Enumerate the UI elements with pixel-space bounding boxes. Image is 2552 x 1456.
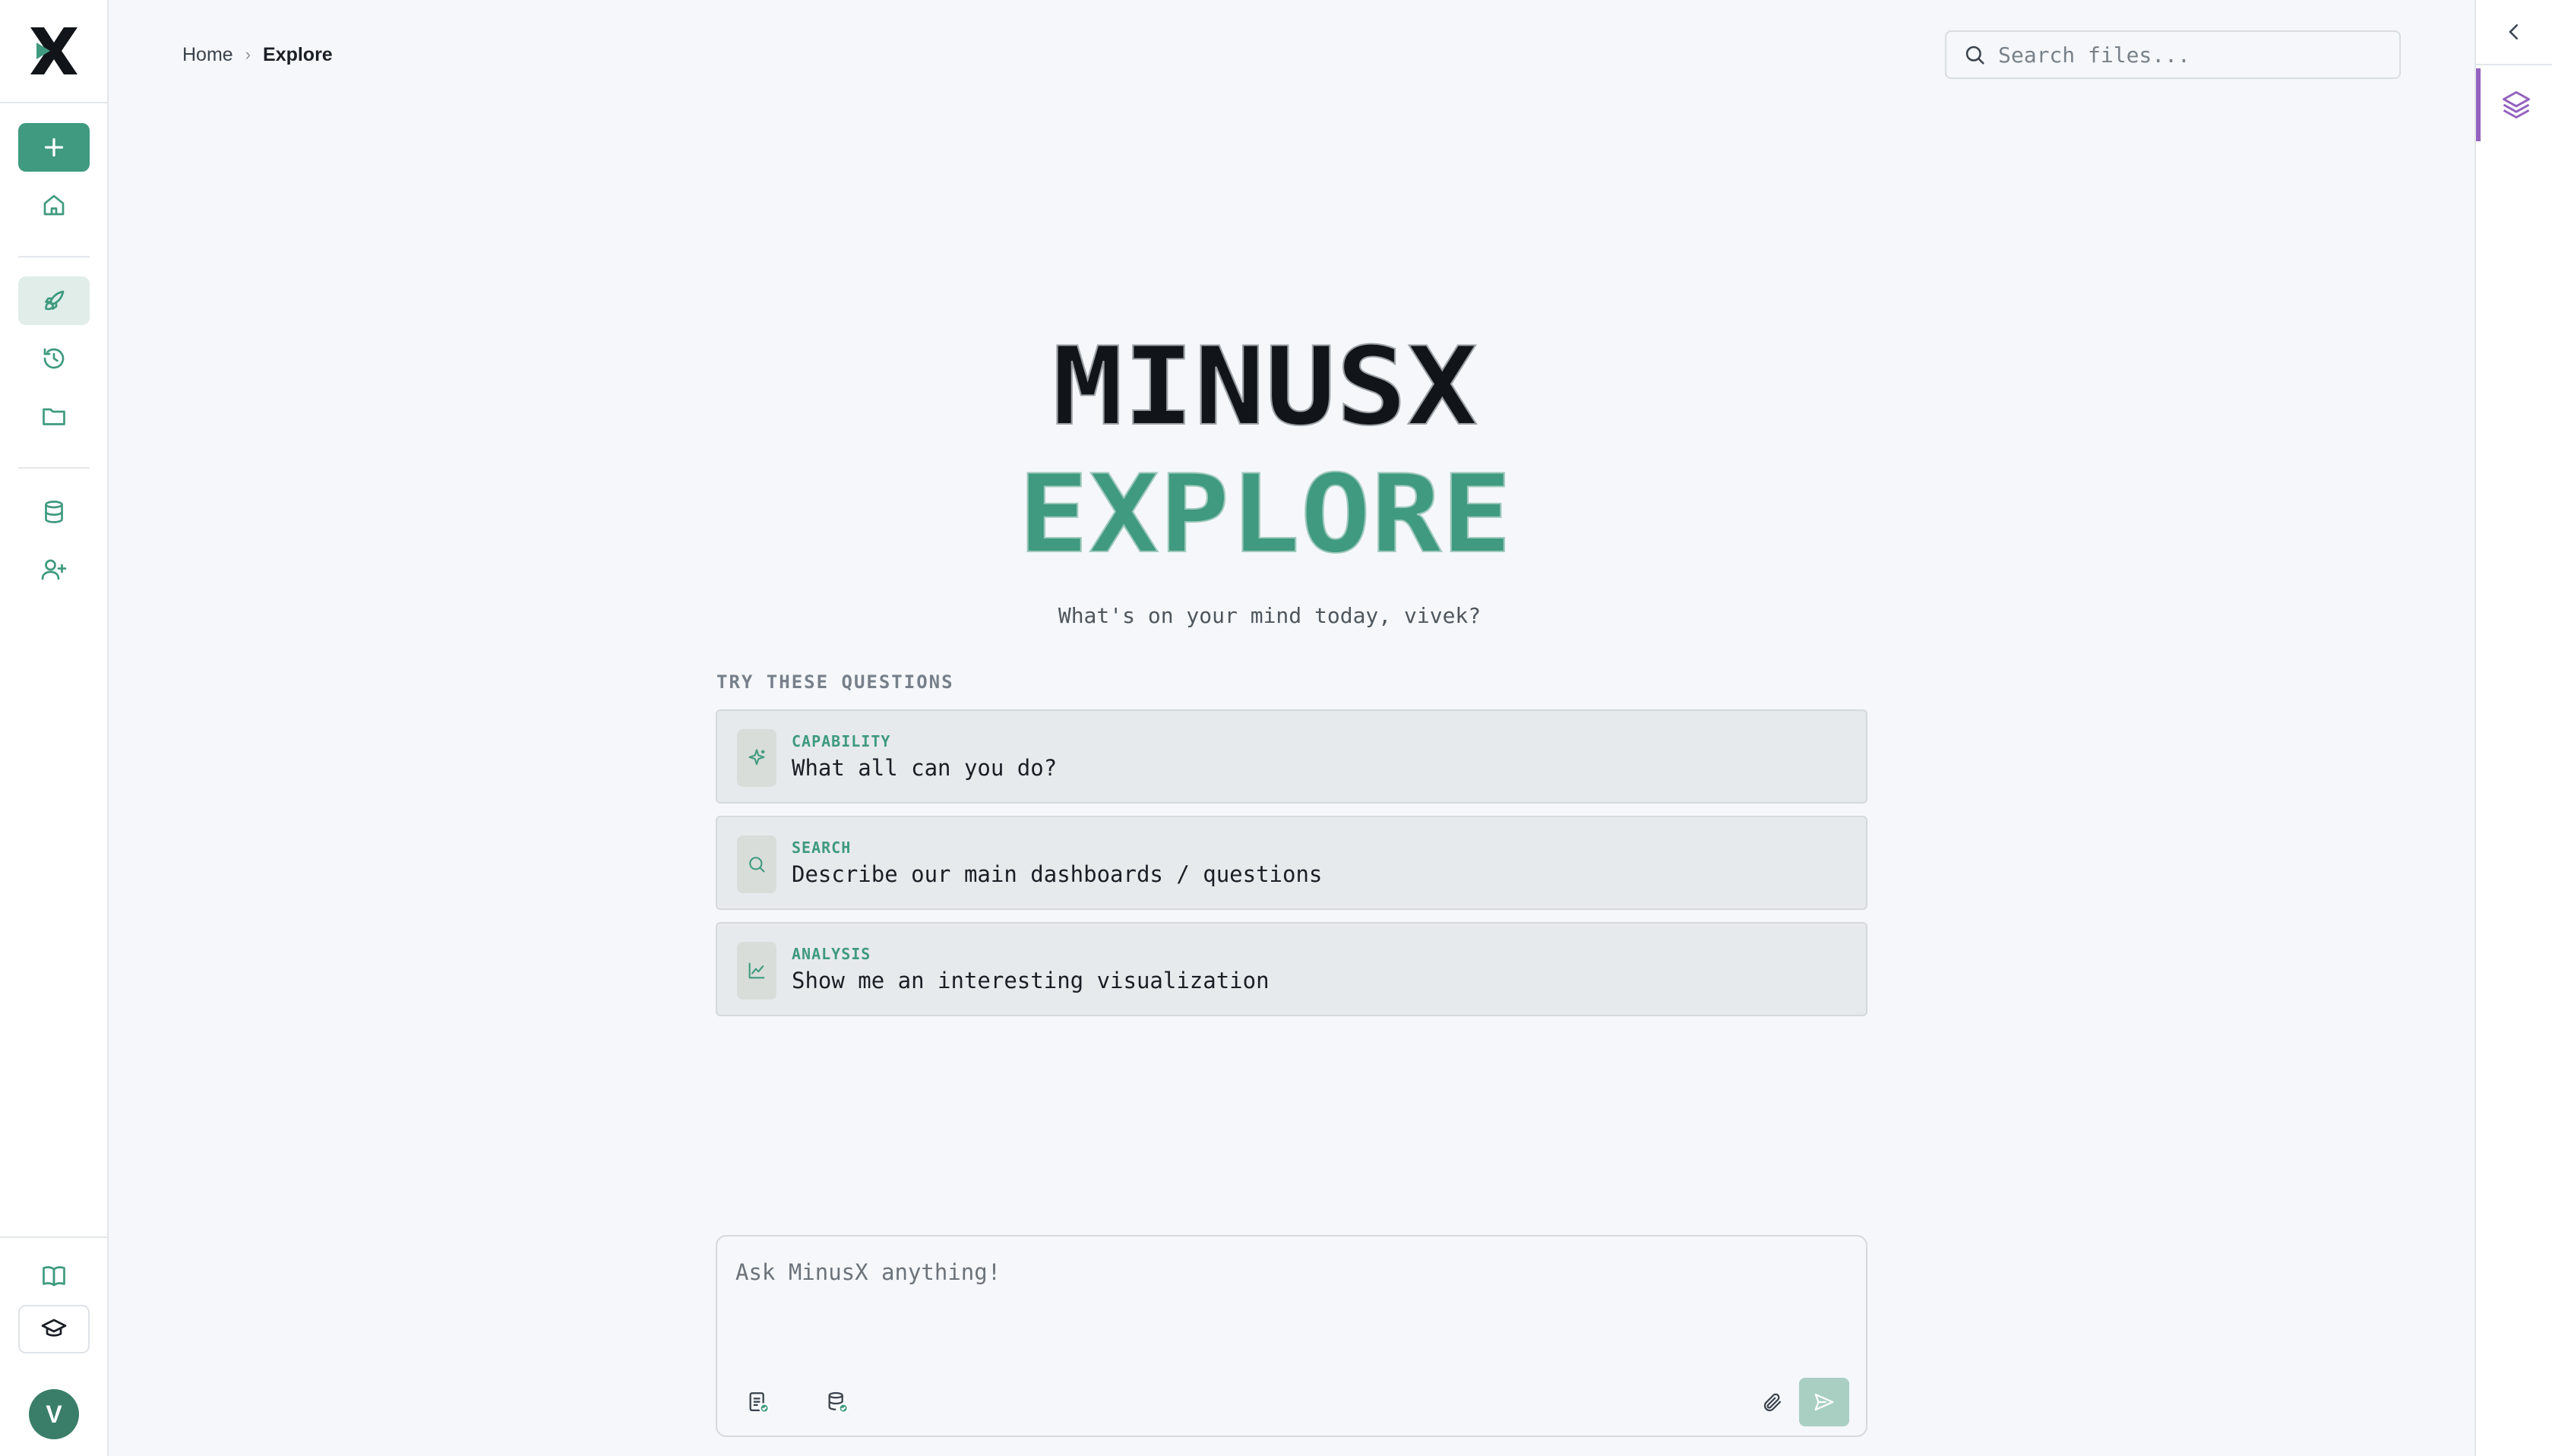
file-check-icon: [749, 1392, 770, 1413]
send-icon: [1814, 1393, 1834, 1411]
sidebar-divider: [0, 1236, 107, 1238]
search-icon: [749, 857, 765, 873]
sparkle-icon: [748, 749, 765, 766]
minusx-logo-icon: [30, 27, 77, 74]
suggestions-heading: TRY THESE QUESTIONS: [716, 671, 954, 693]
avatar[interactable]: V: [29, 1389, 79, 1439]
home-icon: [43, 194, 65, 216]
search-box[interactable]: [1945, 30, 2401, 79]
chat-input-box: [716, 1235, 1867, 1437]
breadcrumb-home[interactable]: Home: [182, 44, 233, 66]
chat-input[interactable]: [735, 1259, 1845, 1350]
paperclip-icon: [1763, 1393, 1782, 1412]
folder-icon: [43, 408, 65, 425]
sidebar-item-invite-users[interactable]: [18, 545, 90, 594]
sidebar-item-learn[interactable]: [18, 1305, 90, 1353]
card-tag: CAPABILITY: [792, 732, 891, 750]
breadcrumb-current: Explore: [263, 43, 333, 65]
plus-icon: [44, 137, 64, 157]
sidebar-item-database[interactable]: [18, 488, 90, 536]
chart-icon: [748, 962, 765, 979]
sidebar-item-explore[interactable]: [18, 276, 90, 325]
sidebar-item-history[interactable]: [18, 334, 90, 383]
sidebar-divider: [18, 256, 90, 257]
rocket-icon: [45, 290, 65, 311]
hero-wordmark: MINUSX EXPLORE: [1010, 327, 1519, 562]
book-icon: [43, 1266, 65, 1287]
layers-tab[interactable]: [2476, 68, 2552, 141]
database-icon: [45, 501, 63, 523]
card-tag: ANALYSIS: [792, 945, 871, 963]
new-chat-button[interactable]: [18, 123, 90, 172]
hero-line-1: MINUSX: [1052, 327, 1478, 450]
card-icon: [737, 942, 776, 1000]
suggestion-card[interactable]: SEARCH Describe our main dashboards / qu…: [716, 816, 1867, 910]
card-text: Describe our main dashboards / questions: [792, 861, 1323, 887]
search-icon: [1965, 46, 1984, 65]
search-input[interactable]: [1998, 42, 2378, 68]
breadcrumb-separator: ›: [245, 45, 251, 64]
card-icon: [737, 729, 776, 787]
suggestion-card[interactable]: ANALYSIS Show me an interesting visualiz…: [716, 922, 1867, 1016]
history-icon: [43, 348, 65, 369]
card-tag: SEARCH: [792, 839, 852, 857]
hero-line-2: EXPLORE: [1018, 452, 1512, 562]
context-database-button[interactable]: [821, 1385, 855, 1420]
attach-button[interactable]: [1755, 1385, 1790, 1420]
graduation-cap-icon: [41, 1319, 67, 1337]
sidebar-item-docs[interactable]: [18, 1252, 90, 1300]
sidebar-item-files[interactable]: [18, 392, 90, 441]
minusx-explore-logo: MINUSX EXPLORE: [1017, 327, 1513, 562]
database-check-icon: [828, 1391, 849, 1413]
chevron-left-icon: [2509, 24, 2518, 39]
left-sidebar: V: [0, 0, 109, 1456]
card-icon: [737, 835, 776, 893]
tagline: What's on your mind today, vivek?: [1058, 603, 1482, 628]
collapse-panel-button[interactable]: [2476, 0, 2552, 65]
suggestion-card[interactable]: CAPABILITY What all can you do?: [716, 709, 1867, 804]
sidebar-item-home[interactable]: [18, 181, 90, 229]
user-plus-icon: [41, 559, 67, 580]
context-file-button[interactable]: [742, 1385, 776, 1420]
sidebar-divider: [18, 467, 90, 469]
send-button[interactable]: [1799, 1378, 1849, 1426]
breadcrumb: Home › Explore: [182, 41, 333, 68]
card-text: Show me an interesting visualization: [792, 968, 1270, 993]
logo[interactable]: [0, 0, 107, 103]
layers-icon: [2503, 91, 2530, 118]
right-panel: [2475, 0, 2552, 1456]
card-text: What all can you do?: [792, 755, 1058, 781]
